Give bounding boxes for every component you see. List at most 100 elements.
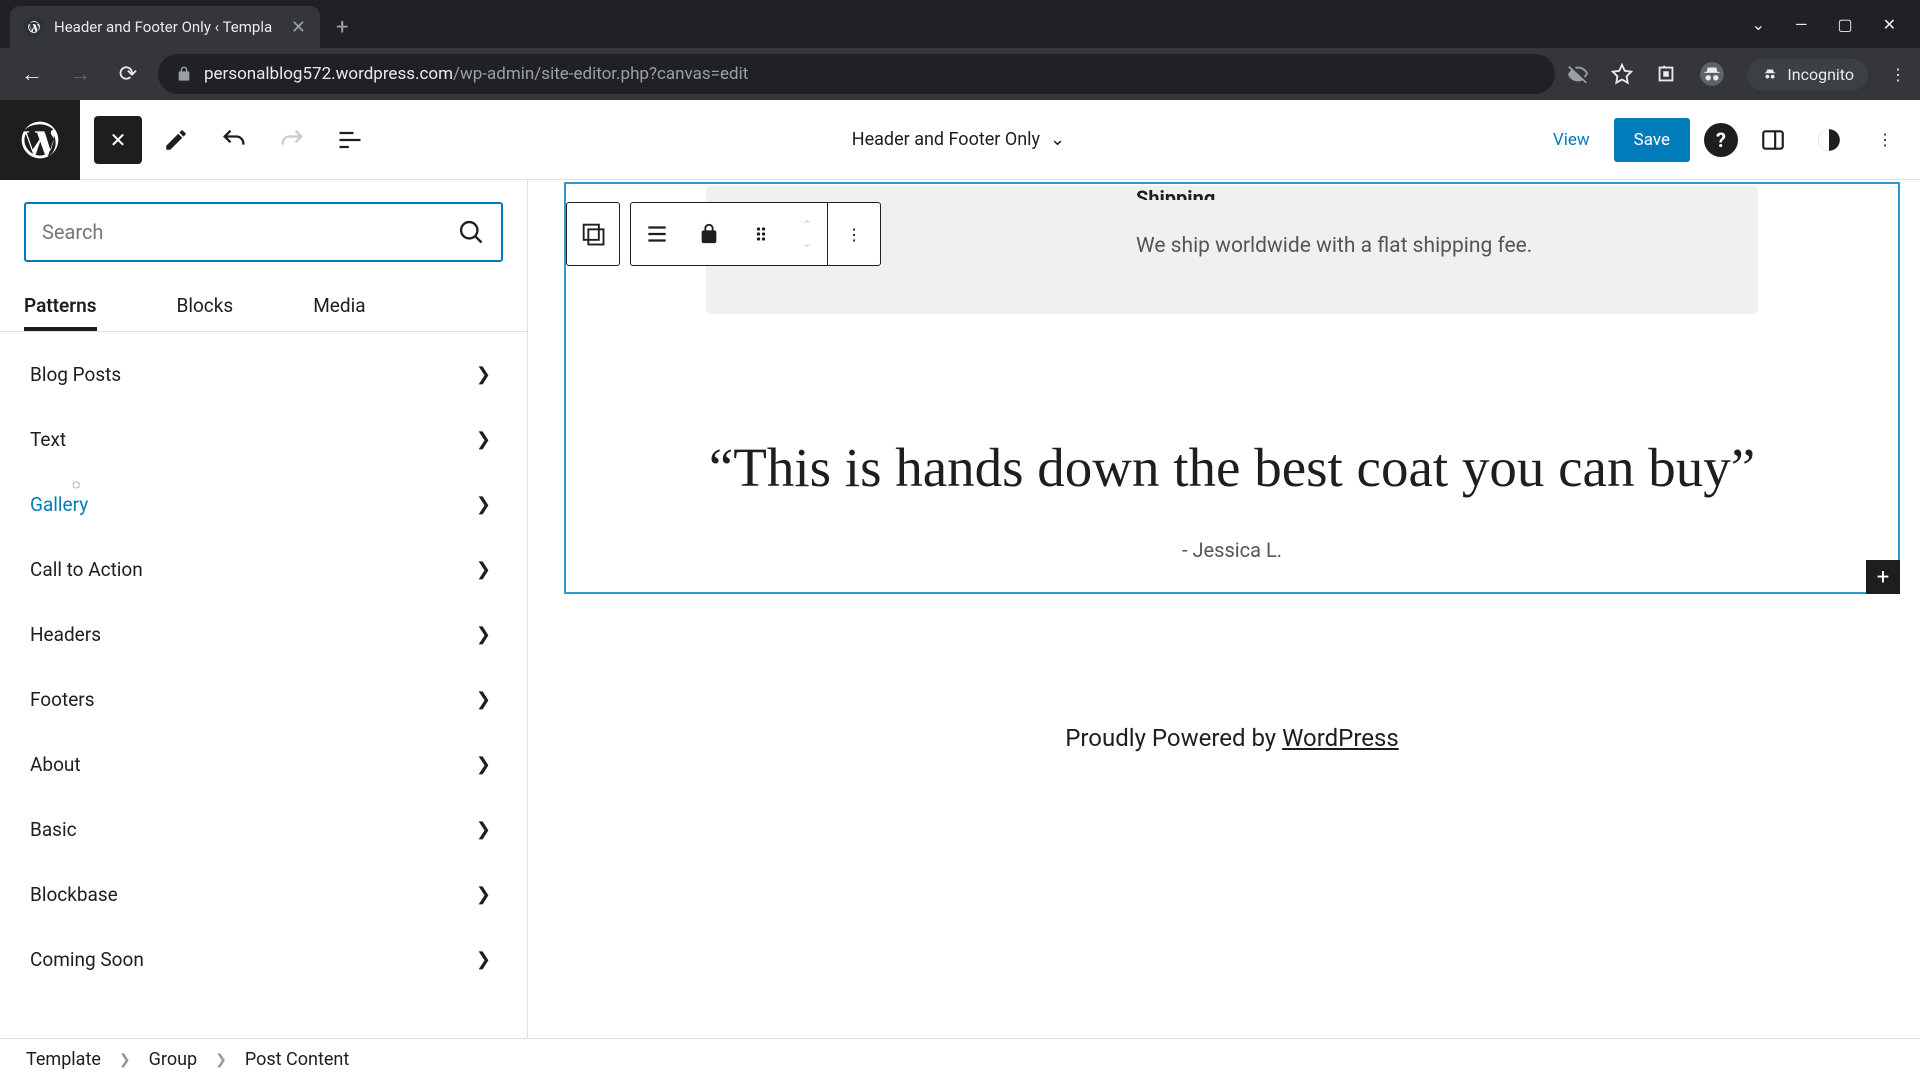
pattern-category-item[interactable]: Blog Posts ❯ — [30, 342, 513, 407]
site-footer: Proudly Powered by WordPress — [564, 724, 1900, 752]
tab-blocks[interactable]: Blocks — [177, 280, 234, 331]
url-bar[interactable]: personalblog572.wordpress.com/wp-admin/s… — [158, 54, 1555, 94]
chevron-right-icon: ❯ — [476, 559, 491, 580]
wordpress-link[interactable]: WordPress — [1282, 724, 1399, 752]
move-down-icon[interactable]: ⌄ — [800, 234, 814, 252]
wordpress-favicon-icon — [24, 17, 44, 37]
new-tab-button[interactable]: + — [320, 15, 364, 48]
search-icon[interactable] — [457, 218, 485, 246]
pattern-category-label: Blog Posts — [30, 363, 121, 386]
block-toolbar: ⌃⌄ ⋮ — [566, 202, 881, 266]
tab-patterns[interactable]: Patterns — [24, 280, 97, 331]
pattern-category-label: Call to Action — [30, 558, 143, 581]
block-type-icon[interactable] — [567, 203, 619, 265]
chevron-right-icon: ❯ — [476, 624, 491, 645]
chevron-right-icon: ❯ — [476, 494, 491, 515]
url-text: personalblog572.wordpress.com/wp-admin/s… — [204, 64, 748, 84]
inserter-tabs: Patterns Blocks Media — [0, 280, 527, 332]
tab-media[interactable]: Media — [313, 280, 365, 331]
pattern-category-item[interactable]: Headers ❯ — [30, 602, 513, 667]
list-view-icon[interactable] — [326, 116, 374, 164]
pattern-category-item[interactable]: Gallery ❯ — [30, 472, 513, 537]
chevron-right-icon: ❯ — [476, 429, 491, 450]
close-tab-icon[interactable]: ✕ — [291, 17, 306, 38]
edit-tool-icon[interactable] — [152, 116, 200, 164]
reload-icon[interactable]: ⟳ — [110, 56, 146, 92]
redo-icon — [268, 116, 316, 164]
extensions-icon[interactable] — [1655, 63, 1677, 85]
close-window-icon[interactable]: ✕ — [1883, 15, 1896, 34]
drag-handle-icon[interactable] — [735, 203, 787, 265]
pattern-category-item[interactable]: Footers ❯ — [30, 667, 513, 732]
move-up-icon[interactable]: ⌃ — [800, 216, 814, 234]
align-icon[interactable] — [631, 203, 683, 265]
star-icon[interactable] — [1611, 63, 1633, 85]
browser-tab[interactable]: Header and Footer Only ‹ Templa ✕ — [10, 6, 320, 48]
forward-icon: → — [62, 56, 98, 92]
minimize-icon[interactable]: ― — [1795, 15, 1808, 34]
editor-canvas[interactable]: ⌃⌄ ⋮ Shipping We ship worldwide with a f… — [528, 180, 1920, 1038]
styles-icon[interactable] — [1808, 119, 1850, 161]
pattern-category-item[interactable]: Call to Action ❯ — [30, 537, 513, 602]
save-button[interactable]: Save — [1614, 118, 1690, 162]
browser-tab-strip: Header and Footer Only ‹ Templa ✕ + ⌄ ― … — [0, 0, 1920, 48]
pattern-category-list[interactable]: Blog Posts❯Text❯Gallery❯Call to Action❯H… — [0, 332, 527, 1038]
post-content-block[interactable]: ⌃⌄ ⋮ Shipping We ship worldwide with a f… — [564, 182, 1900, 594]
incognito-avatar-icon[interactable] — [1699, 61, 1725, 87]
lock-icon — [176, 66, 192, 82]
pattern-category-label: Text — [30, 428, 66, 451]
maximize-icon[interactable]: ▢ — [1837, 15, 1852, 34]
quote-text: “This is hands down the best coat you ca… — [706, 434, 1758, 503]
breadcrumb: Template ❯ Group ❯ Post Content — [0, 1038, 1920, 1080]
chevron-right-icon: ❯ — [476, 949, 491, 970]
chevron-right-icon: ❯ — [476, 689, 491, 710]
toggle-inserter-button[interactable]: ✕ — [94, 116, 142, 164]
pattern-category-item[interactable]: About❯ — [30, 732, 513, 797]
add-block-button[interactable]: + — [1866, 560, 1900, 594]
pattern-category-item[interactable]: Coming Soon ❯ — [30, 927, 513, 992]
pattern-category-item[interactable]: Text ❯ — [30, 407, 513, 472]
shipping-title: Shipping — [746, 186, 1718, 200]
pattern-category-label: Blockbase — [30, 883, 118, 906]
chevron-right-icon: ❯ — [476, 754, 491, 775]
back-icon[interactable]: ← — [14, 56, 50, 92]
browser-toolbar: ← → ⟳ personalblog572.wordpress.com/wp-a… — [0, 48, 1920, 100]
tab-title: Header and Footer Only ‹ Templa — [54, 18, 281, 36]
pattern-category-item[interactable]: Blockbase❯ — [30, 862, 513, 927]
more-options-icon[interactable]: ⋮ — [828, 203, 880, 265]
shipping-body: We ship worldwide with a flat shipping f… — [746, 230, 1718, 264]
pattern-category-label: Footers — [30, 688, 95, 711]
chevron-down-icon: ⌄ — [1050, 129, 1065, 150]
view-link[interactable]: View — [1543, 120, 1600, 160]
document-title-dropdown[interactable]: Header and Footer Only ⌄ — [374, 129, 1543, 150]
chevron-down-icon[interactable]: ⌄ — [1752, 15, 1765, 34]
chevron-right-icon: ❯ — [215, 1052, 227, 1068]
chevron-right-icon: ❯ — [119, 1052, 131, 1068]
browser-actions: Incognito ⋮ — [1567, 59, 1906, 90]
pattern-category-label: Basic — [30, 818, 77, 841]
chevron-right-icon: ❯ — [476, 819, 491, 840]
lock-icon[interactable] — [683, 203, 735, 265]
undo-icon[interactable] — [210, 116, 258, 164]
pattern-category-label: Coming Soon — [30, 948, 144, 971]
sidebar-toggle-icon[interactable] — [1752, 119, 1794, 161]
breadcrumb-item[interactable]: Group — [149, 1049, 197, 1070]
kebab-menu-icon[interactable]: ⋮ — [1890, 65, 1906, 84]
search-input[interactable] — [42, 220, 457, 244]
incognito-badge[interactable]: Incognito — [1747, 59, 1868, 90]
window-controls: ⌄ ― ▢ ✕ — [1728, 15, 1920, 48]
chevron-right-icon: ❯ — [476, 364, 491, 385]
breadcrumb-item[interactable]: Post Content — [245, 1049, 349, 1070]
pattern-category-item[interactable]: Basic ❯ — [30, 797, 513, 862]
quote-block[interactable]: “This is hands down the best coat you ca… — [706, 434, 1758, 563]
help-icon[interactable]: ? — [1704, 123, 1738, 157]
pattern-category-label: Gallery — [30, 493, 88, 516]
editor-top-bar: ✕ Header and Footer Only ⌄ View Save ? ⋮ — [0, 100, 1920, 180]
search-box[interactable] — [24, 202, 503, 262]
options-menu-icon[interactable]: ⋮ — [1864, 119, 1906, 161]
eye-off-icon[interactable] — [1567, 63, 1589, 85]
pattern-category-label: Headers — [30, 623, 101, 646]
breadcrumb-item[interactable]: Template — [26, 1049, 101, 1070]
wordpress-logo-icon[interactable] — [0, 100, 80, 180]
quote-author: - Jessica L. — [706, 538, 1758, 562]
